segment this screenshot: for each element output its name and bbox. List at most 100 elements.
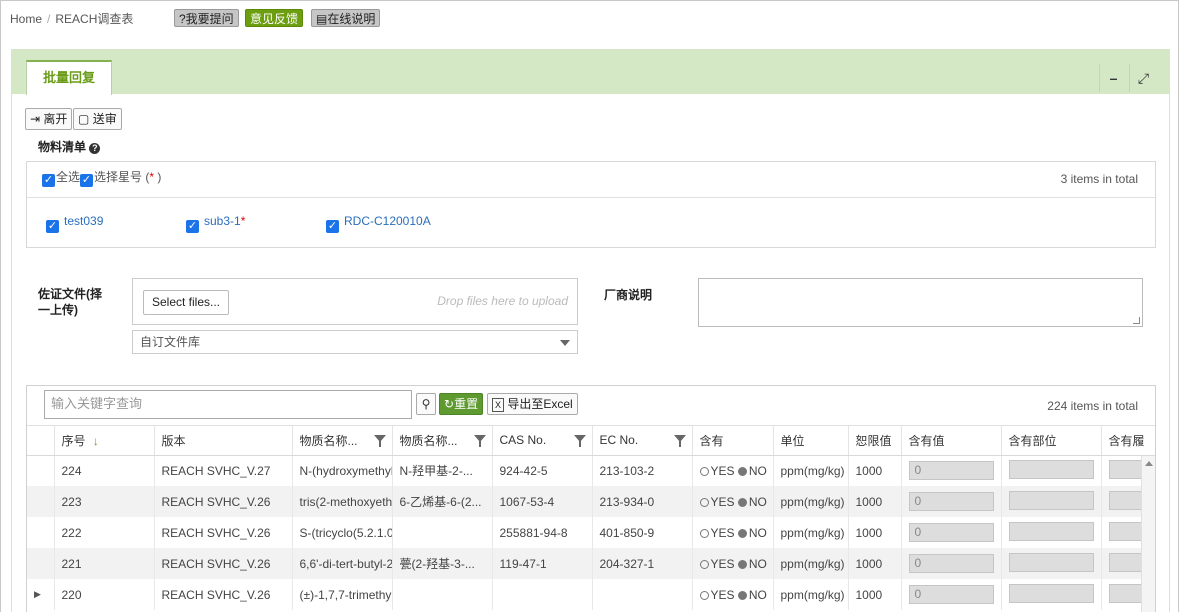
col-part[interactable]: 含有部位 xyxy=(1001,426,1102,456)
filter-icon[interactable] xyxy=(473,435,486,447)
col-version[interactable]: 版本 xyxy=(154,426,293,456)
table-row[interactable]: ▶ 220 REACH SVHC_V.26 (±)-1,7,7-trimethy… xyxy=(27,579,1155,610)
yes-radio[interactable]: YES xyxy=(699,556,735,571)
select-star-text: 选择星号 xyxy=(94,170,143,184)
maximize-button[interactable]: ⤢ xyxy=(1129,64,1157,92)
no-radio[interactable]: NO xyxy=(737,494,767,509)
col-ec[interactable]: EC No. xyxy=(592,426,693,456)
material-link-rdc[interactable]: RDC-C120010A xyxy=(344,214,431,228)
no-radio[interactable]: NO xyxy=(737,587,767,602)
yes-radio[interactable]: YES xyxy=(699,526,735,540)
cell-name-cn: N-羟甲基-2-... xyxy=(392,455,493,486)
table-row[interactable]: 223 REACH SVHC_V.26 tris(2-methoxyeth 6-… xyxy=(27,486,1155,517)
submit-review-button[interactable]: ▢ 送审 xyxy=(73,108,122,130)
panel-header: 批量回复 – ⤢ xyxy=(12,50,1169,95)
cell-version: REACH SVHC_V.26 xyxy=(154,548,293,579)
part-input[interactable] xyxy=(1008,459,1094,479)
material-checkbox-test039[interactable]: ✓ xyxy=(46,219,59,234)
col-value[interactable]: 含有值 xyxy=(901,426,1002,456)
value-input[interactable]: 0 xyxy=(908,461,994,481)
feedback-button[interactable]: 意见反馈 xyxy=(245,9,304,27)
file-library-value: 自订文件库 xyxy=(140,335,201,349)
cell-part xyxy=(1001,548,1102,579)
exit-icon: ⇥ xyxy=(30,112,41,126)
filter-icon[interactable] xyxy=(373,435,386,447)
col-limit[interactable]: 恕限值 xyxy=(848,426,902,456)
material-link-test039[interactable]: test039 xyxy=(64,214,103,228)
no-radio[interactable]: NO xyxy=(737,464,767,478)
scroll-up-icon[interactable] xyxy=(1145,461,1153,466)
cell-cas: 924-42-5 xyxy=(492,455,593,486)
cell-value: 0 xyxy=(901,579,1002,610)
cell-name-en: 6,6'-di-tert-butyl-2 xyxy=(292,548,393,579)
col-cas[interactable]: CAS No. xyxy=(492,426,593,456)
col-seq[interactable]: 序号 ↓ xyxy=(54,426,155,456)
evidence-file-label-line2: 一上传) xyxy=(38,303,78,317)
part-input[interactable] xyxy=(1008,490,1094,510)
check-icon: ✓ xyxy=(80,174,93,188)
app-frame: Home / REACH调查表 ?我要提问 意见反馈 ▤在线说明 批量回复 – ⤢ … xyxy=(0,0,1179,612)
ask-question-button[interactable]: ?我要提问 xyxy=(174,9,239,27)
material-checkbox-sub3-1[interactable]: ✓ xyxy=(186,219,199,234)
cell-name-en: tris(2-methoxyeth xyxy=(292,486,393,517)
cell-name-en: S-(tricyclo(5.2.1.0 xyxy=(292,517,393,548)
file-library-select[interactable]: 自订文件库 xyxy=(132,330,578,354)
col-extra[interactable]: 含有履 xyxy=(1101,426,1155,456)
breadcrumb-home[interactable]: Home xyxy=(10,12,42,26)
yes-radio[interactable]: YES xyxy=(699,495,735,509)
yes-label: YES xyxy=(710,463,735,478)
part-input[interactable] xyxy=(1008,583,1094,603)
table-row[interactable]: 224 REACH SVHC_V.27 N-(hydroxymethyl) N-… xyxy=(27,455,1155,486)
cell-limit: 1000 xyxy=(848,486,902,517)
table-row[interactable]: 221 REACH SVHC_V.26 6,6'-di-tert-butyl-2… xyxy=(27,548,1155,579)
drop-hint: Drop files here to upload xyxy=(437,294,568,308)
material-checkbox-rdc[interactable]: ✓ xyxy=(326,219,339,234)
tab-batch-reply[interactable]: 批量回复 xyxy=(26,60,112,95)
yes-radio[interactable]: YES xyxy=(699,463,735,478)
minimize-button[interactable]: – xyxy=(1099,64,1127,92)
filter-icon[interactable] xyxy=(673,435,686,447)
select-all-label: 全选 xyxy=(56,170,81,184)
no-label: NO xyxy=(748,587,767,602)
cell-unit: ppm(mg/kg) xyxy=(773,517,849,548)
value-input[interactable]: 0 xyxy=(908,554,994,573)
no-radio[interactable]: NO xyxy=(737,526,767,540)
search-button[interactable]: ⚲ xyxy=(416,393,436,415)
cell-name-en: (±)-1,7,7-trimethy xyxy=(292,579,393,610)
no-radio[interactable]: NO xyxy=(737,557,767,571)
cell-part xyxy=(1001,517,1102,548)
material-item-sub3-1: sub3-1* xyxy=(204,214,245,228)
col-contains[interactable]: 含有 xyxy=(692,426,774,456)
value-input[interactable]: 0 xyxy=(908,492,994,511)
material-link-sub3-1[interactable]: sub3-1 xyxy=(204,214,241,228)
select-files-button[interactable]: Select files... xyxy=(143,290,229,315)
online-manual-button[interactable]: ▤在线说明 xyxy=(311,9,381,27)
part-input[interactable] xyxy=(1008,521,1094,541)
vendor-note-textarea[interactable] xyxy=(698,278,1143,327)
leave-button[interactable]: ⇥ 离开 xyxy=(25,108,73,130)
export-excel-button[interactable]: X 导出至Excel xyxy=(487,393,578,415)
col-name-en[interactable]: 物质名称... xyxy=(292,426,393,456)
row-expand[interactable]: ▶ xyxy=(27,579,55,610)
check-icon: ✓ xyxy=(186,220,199,234)
cell-value: 0 xyxy=(901,517,1002,548)
upload-dropzone[interactable]: Select files... Drop files here to uploa… xyxy=(132,278,578,325)
resize-grip-icon[interactable] xyxy=(1133,317,1140,324)
table-row[interactable]: 222 REACH SVHC_V.26 S-(tricyclo(5.2.1.0 … xyxy=(27,517,1155,548)
part-input[interactable] xyxy=(1008,552,1094,572)
no-label: NO xyxy=(748,494,767,509)
select-star-checkbox[interactable]: ✓ xyxy=(80,173,93,188)
help-icon[interactable]: ? xyxy=(89,143,101,154)
yes-label: YES xyxy=(710,556,735,571)
value-input[interactable]: 0 xyxy=(908,585,994,604)
vertical-scrollbar[interactable] xyxy=(1141,456,1155,612)
col-unit[interactable]: 单位 xyxy=(773,426,849,456)
keyword-search-input[interactable]: 输入关键字查询 xyxy=(44,390,412,419)
yes-radio[interactable]: YES xyxy=(699,588,735,602)
col-name-cn[interactable]: 物质名称... xyxy=(392,426,493,456)
select-all-checkbox[interactable]: ✓ xyxy=(42,173,55,188)
cell-limit: 1000 xyxy=(848,548,902,579)
filter-icon[interactable] xyxy=(573,435,586,447)
reset-button[interactable]: ↻重置 xyxy=(439,393,484,415)
value-input[interactable]: 0 xyxy=(908,523,994,542)
